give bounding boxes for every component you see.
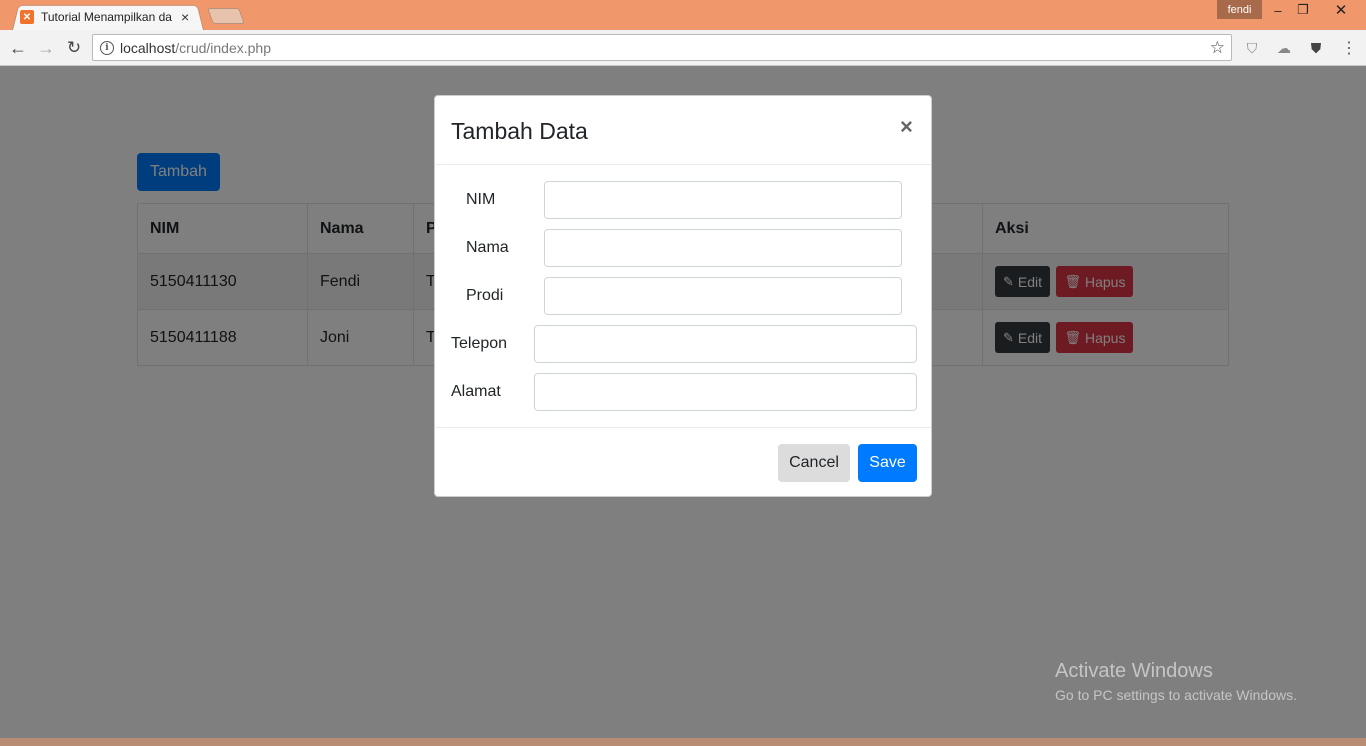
info-icon[interactable]: i bbox=[100, 40, 114, 55]
reload-icon[interactable]: ↻ bbox=[62, 36, 86, 60]
browser-titlebar: ✕ Tutorial Menampilkan da × fendi – ❐ ✕ bbox=[0, 0, 1366, 31]
telepon-label: Telepon bbox=[451, 335, 508, 352]
watermark-title: Activate Windows bbox=[1055, 660, 1213, 682]
url-host: localhost bbox=[120, 39, 176, 56]
modal-close-icon[interactable]: × bbox=[900, 114, 913, 140]
adblock-extension-icon[interactable]: ⛊ bbox=[1307, 39, 1325, 57]
bookmark-star-icon[interactable]: ☆ bbox=[1210, 38, 1225, 58]
url-text[interactable]: localhost/crud/index.php bbox=[120, 40, 271, 56]
prodi-label: Prodi bbox=[466, 287, 504, 304]
modal-title: Tambah Data bbox=[451, 118, 588, 144]
new-tab-button[interactable] bbox=[207, 8, 245, 24]
nim-label: NIM bbox=[466, 191, 496, 208]
address-bar[interactable]: i localhost/crud/index.php ☆ bbox=[92, 34, 1232, 61]
browser-tab[interactable]: ✕ Tutorial Menampilkan da × bbox=[20, 6, 200, 28]
telepon-input[interactable] bbox=[534, 325, 917, 363]
forward-arrow-icon[interactable]: → bbox=[34, 36, 58, 60]
url-path: /crud/index.php bbox=[175, 39, 271, 56]
browser-toolbar: ← → ↻ i localhost/crud/index.php ☆ ⛉ ☁ ⛊… bbox=[0, 30, 1366, 66]
tab-close-icon[interactable]: × bbox=[181, 9, 189, 25]
add-data-modal: Tambah Data × NIM Nama Prodi Telepon Ala… bbox=[434, 95, 932, 497]
tab-title: Tutorial Menampilkan da bbox=[41, 10, 172, 24]
xampp-favicon-icon: ✕ bbox=[20, 10, 34, 24]
cancel-button[interactable]: Cancel bbox=[778, 444, 850, 482]
browser-menu-icon[interactable]: ⋮ bbox=[1340, 38, 1358, 58]
close-window-button[interactable]: ✕ bbox=[1318, 0, 1364, 20]
nama-label: Nama bbox=[466, 239, 509, 256]
modal-footer: Cancel Save bbox=[435, 427, 931, 497]
modal-header: Tambah Data × bbox=[435, 96, 931, 165]
nim-input[interactable] bbox=[544, 181, 902, 219]
minimize-button[interactable]: – bbox=[1266, 0, 1290, 20]
maximize-button[interactable]: ❐ bbox=[1291, 0, 1315, 20]
nama-input[interactable] bbox=[544, 229, 902, 267]
save-button[interactable]: Save bbox=[858, 444, 917, 482]
prodi-input[interactable] bbox=[544, 277, 902, 315]
profile-badge[interactable]: fendi bbox=[1217, 0, 1262, 19]
watermark-subtitle: Go to PC settings to activate Windows. bbox=[1055, 687, 1297, 703]
back-arrow-icon[interactable]: ← bbox=[6, 36, 30, 60]
windows-taskbar bbox=[0, 738, 1366, 746]
shield-extension-icon[interactable]: ⛉ bbox=[1243, 39, 1261, 57]
activate-windows-watermark: Activate Windows Go to PC settings to ac… bbox=[1055, 660, 1297, 703]
cloud-extension-icon[interactable]: ☁ bbox=[1275, 39, 1293, 57]
alamat-input[interactable] bbox=[534, 373, 917, 411]
alamat-label: Alamat bbox=[451, 383, 501, 400]
